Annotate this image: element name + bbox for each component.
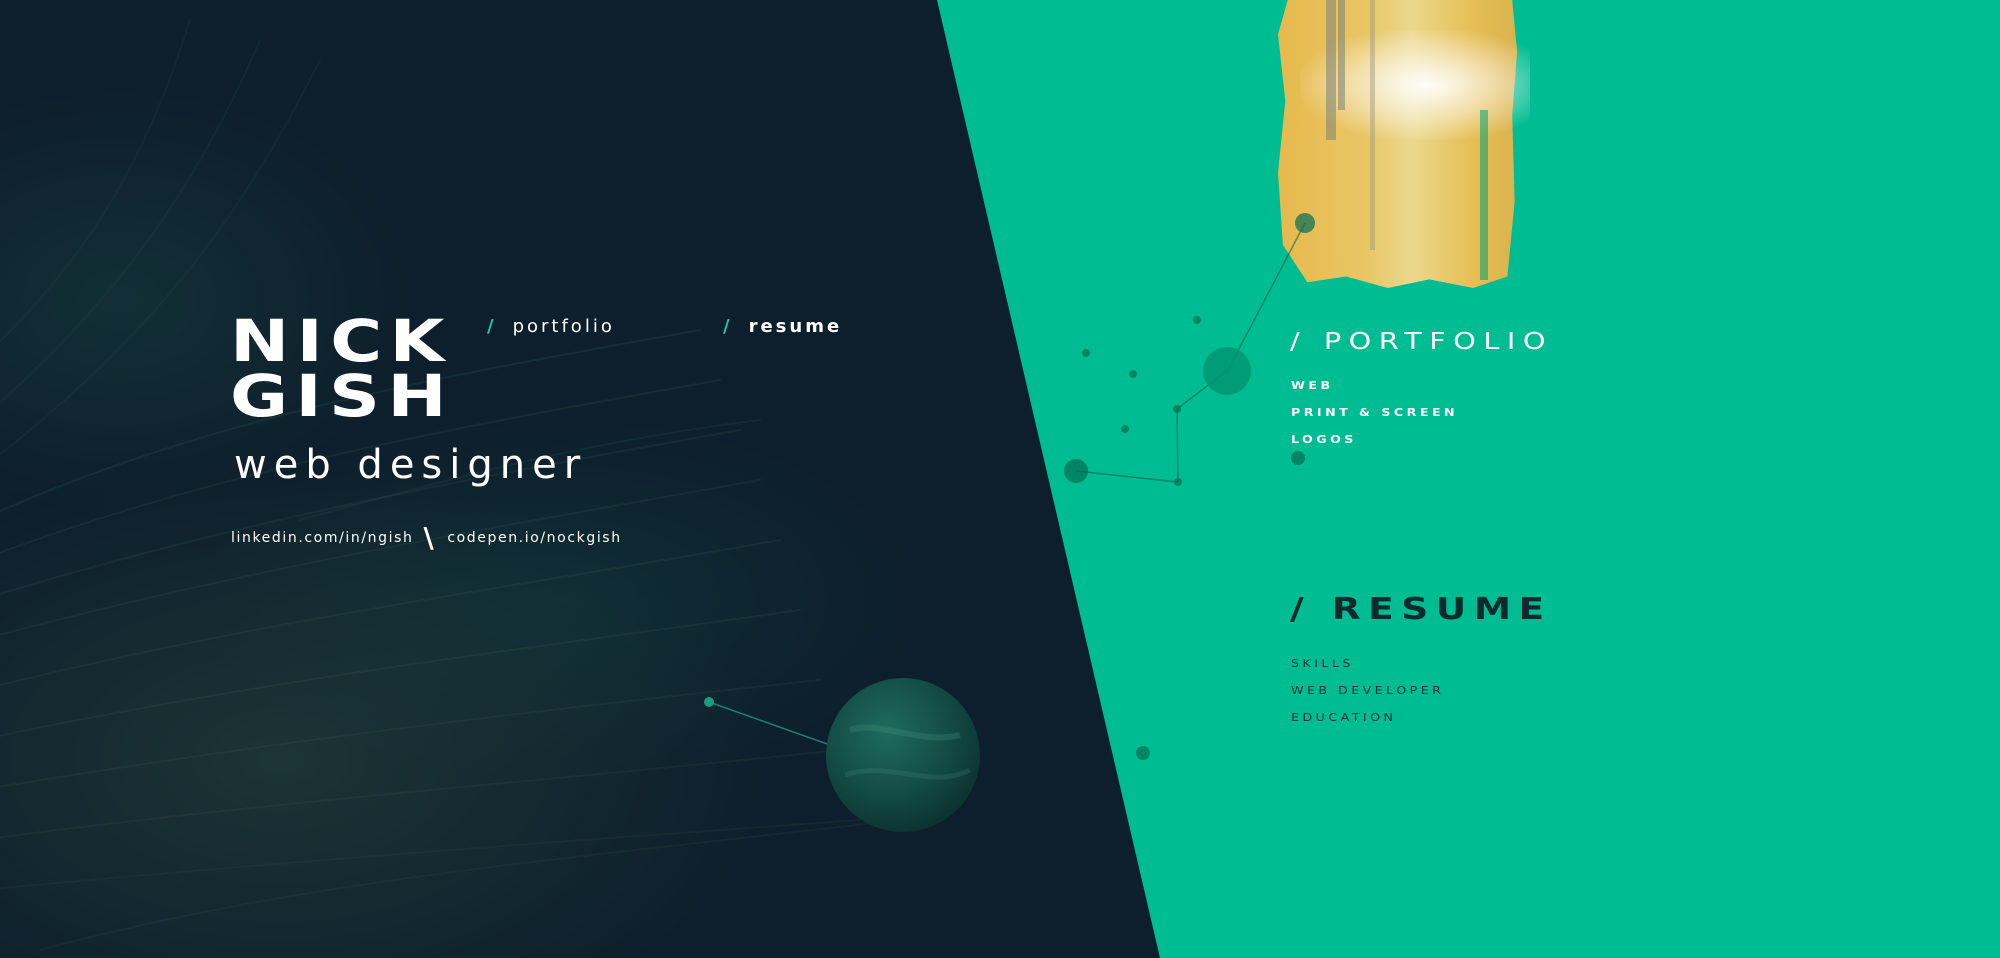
- site-role: web designer: [234, 442, 588, 488]
- portfolio-item-print-screen[interactable]: PRINT & SCREEN: [1291, 399, 1458, 426]
- nav-item-label: resume: [748, 316, 843, 337]
- nav-item-portfolio[interactable]: / portfolio: [487, 316, 615, 337]
- nav-slash: /: [723, 316, 733, 337]
- resume-item-web-developer[interactable]: WEB DEVELOPER: [1291, 677, 1444, 704]
- constellation-node: [1121, 425, 1129, 433]
- constellation-node: [1174, 478, 1182, 486]
- constellation-node: [1064, 459, 1088, 483]
- site-name-line2: GISH: [230, 362, 454, 430]
- resume-list: SKILLS WEB DEVELOPER EDUCATION: [1291, 650, 1441, 731]
- resume-item-skills[interactable]: SKILLS: [1291, 650, 1444, 677]
- nav-item-label: portfolio: [512, 316, 615, 337]
- portfolio-list: WEB PRINT & SCREEN LOGOS: [1291, 372, 1455, 453]
- site-name: NICK GISH: [230, 312, 454, 425]
- constellation-node: [1136, 746, 1150, 760]
- resume-item-education[interactable]: EDUCATION: [1291, 704, 1444, 731]
- link-separator: \: [423, 521, 436, 554]
- portfolio-item-web[interactable]: WEB: [1291, 372, 1458, 399]
- linkedin-link[interactable]: linkedin.com/in/ngish: [231, 530, 414, 546]
- constellation-node: [1129, 370, 1137, 378]
- constellation-node: [1193, 316, 1201, 324]
- nav-item-resume[interactable]: / resume: [723, 316, 842, 337]
- constellation-node: [1203, 347, 1251, 395]
- portfolio-heading[interactable]: / PORTFOLIO: [1290, 329, 1553, 355]
- nav-slash: /: [487, 316, 497, 337]
- constellation-node: [1291, 451, 1305, 465]
- constellation-node: [1082, 349, 1090, 357]
- resume-heading[interactable]: / RESUME: [1290, 592, 1552, 627]
- planet-icon: [704, 678, 980, 832]
- constellation-node: [1295, 213, 1315, 233]
- codepen-link[interactable]: codepen.io/nockgish: [447, 530, 621, 546]
- portfolio-item-logos[interactable]: LOGOS: [1291, 426, 1458, 453]
- social-links: linkedin.com/in/ngish \ codepen.io/nockg…: [231, 521, 622, 554]
- constellation-node: [1173, 405, 1181, 413]
